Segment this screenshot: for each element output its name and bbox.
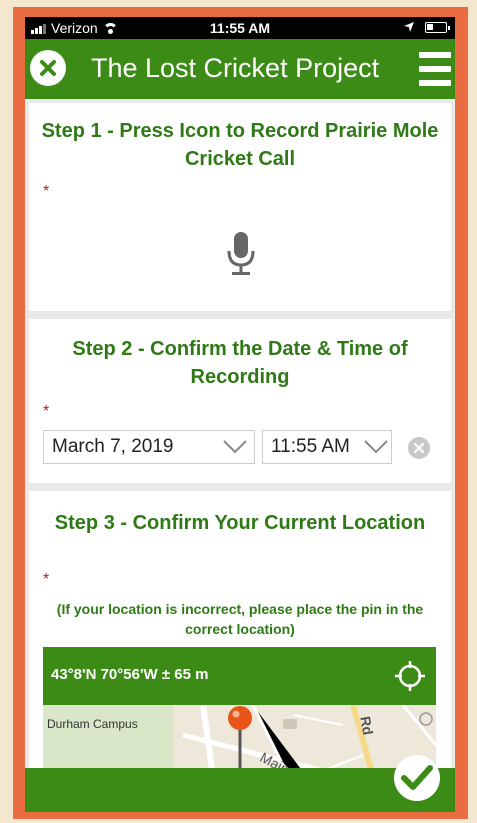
chevron-down-icon (223, 440, 247, 454)
clear-datetime-button[interactable] (408, 437, 430, 459)
step2-title: Step 2 - Confirm the Date & Time of Reco… (72, 338, 408, 388)
menu-button[interactable] (419, 52, 451, 86)
step2-card: Step 2 - Confirm the Date & Time of Reco… (29, 319, 451, 483)
status-right (403, 21, 450, 33)
clear-icon (414, 443, 424, 453)
step1-card: Step 1 - Press Icon to Record Prairie Mo… (29, 103, 451, 311)
location-arrow-icon (404, 22, 414, 32)
chevron-down-icon (364, 440, 388, 454)
date-picker[interactable]: March 7, 2019 (43, 430, 255, 464)
location-hint: (If your location is incorrect, please p… (56, 601, 424, 637)
bottom-bar (25, 768, 455, 812)
status-bar: Verizon 11:55 AM (25, 17, 455, 39)
map-header: 43°8'N 70°56'W ± 65 m (43, 647, 436, 705)
step2-required-mark: * (43, 403, 50, 420)
close-circle-icon (40, 60, 56, 76)
map-label-road: Rd (357, 715, 377, 737)
battery-icon (425, 21, 450, 33)
time-value: 11:55 AM (271, 436, 350, 457)
map-label-campus: Durham Campus (47, 717, 138, 731)
app-header: The Lost Cricket Project (25, 39, 455, 99)
step1-required-mark: * (43, 183, 50, 200)
app-screen: Verizon 11:55 AM The Lost Cricket Projec… (25, 17, 455, 812)
date-value: March 7, 2019 (52, 436, 174, 457)
step3-title: Step 3 - Confirm Your Current Location (54, 512, 426, 534)
status-time: 11:55 AM (209, 20, 271, 36)
phone-frame: Verizon 11:55 AM The Lost Cricket Projec… (13, 7, 468, 819)
coordinates-readout: 43°8'N 70°56'W ± 65 m (51, 666, 209, 683)
microphone-icon[interactable] (226, 231, 256, 277)
step3-required-mark: * (43, 571, 50, 588)
submit-button[interactable] (394, 755, 440, 801)
time-picker[interactable]: 11:55 AM (262, 430, 392, 464)
step3-card: Step 3 - Confirm Your Current Location *… (29, 491, 451, 812)
hamburger-menu-icon (419, 52, 451, 58)
locate-me-icon[interactable] (394, 660, 426, 692)
checkmark-icon (401, 765, 433, 790)
app-title: The Lost Cricket Project (91, 53, 380, 83)
step1-title: Step 1 - Press Icon to Record Prairie Mo… (41, 120, 439, 170)
close-button[interactable] (30, 50, 66, 86)
